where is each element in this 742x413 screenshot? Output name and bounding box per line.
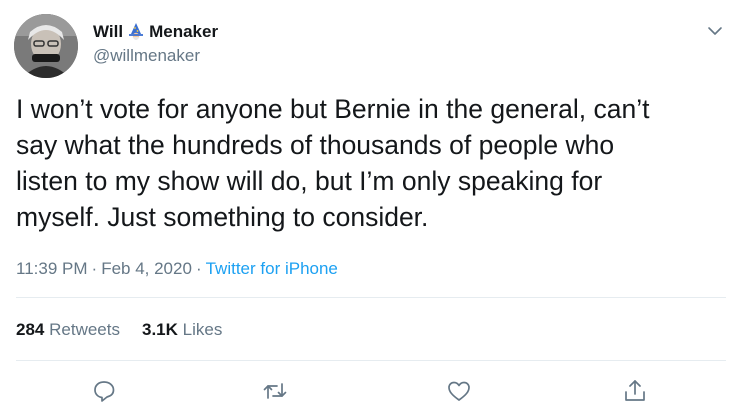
retweets-count: 284 xyxy=(16,320,45,339)
display-name-first: Will xyxy=(93,22,124,41)
likes-stat[interactable]: 3.1K Likes xyxy=(142,320,222,339)
divider xyxy=(16,360,726,361)
separator: · xyxy=(91,259,98,278)
wizard-emoji-icon xyxy=(126,22,146,42)
chevron-down-icon[interactable] xyxy=(704,20,726,42)
tweet-source-link[interactable]: Twitter for iPhone xyxy=(206,259,338,278)
likes-count: 3.1K xyxy=(141,320,178,339)
divider xyxy=(16,297,726,298)
tweet-text: I won’t vote for anyone but Bernie in th… xyxy=(16,94,650,232)
retweets-label: Retweets xyxy=(49,320,120,339)
like-icon[interactable] xyxy=(446,378,472,404)
display-name[interactable]: Will Menaker xyxy=(93,22,218,42)
tweet-time[interactable]: 11:39 PM xyxy=(16,259,88,278)
tweet-stats: 284 Retweets 3.1K Likes xyxy=(16,319,244,341)
display-name-last: Menaker xyxy=(149,22,219,41)
avatar[interactable] xyxy=(14,14,78,78)
tweet-card: Will Menaker @willmenaker I won’t vote f… xyxy=(0,0,742,413)
tweet-metadata: 11:39 PM · Feb 4, 2020 · Twitter for iPhone xyxy=(16,258,338,280)
tweet-date[interactable]: Feb 4, 2020 xyxy=(101,259,192,278)
reply-icon[interactable] xyxy=(91,378,117,404)
user-handle[interactable]: @willmenaker xyxy=(93,46,200,66)
retweet-icon[interactable] xyxy=(262,378,288,404)
share-icon[interactable] xyxy=(622,378,648,404)
retweets-stat[interactable]: 284 Retweets xyxy=(16,320,120,339)
separator: · xyxy=(195,259,202,278)
likes-label: Likes xyxy=(182,320,223,339)
